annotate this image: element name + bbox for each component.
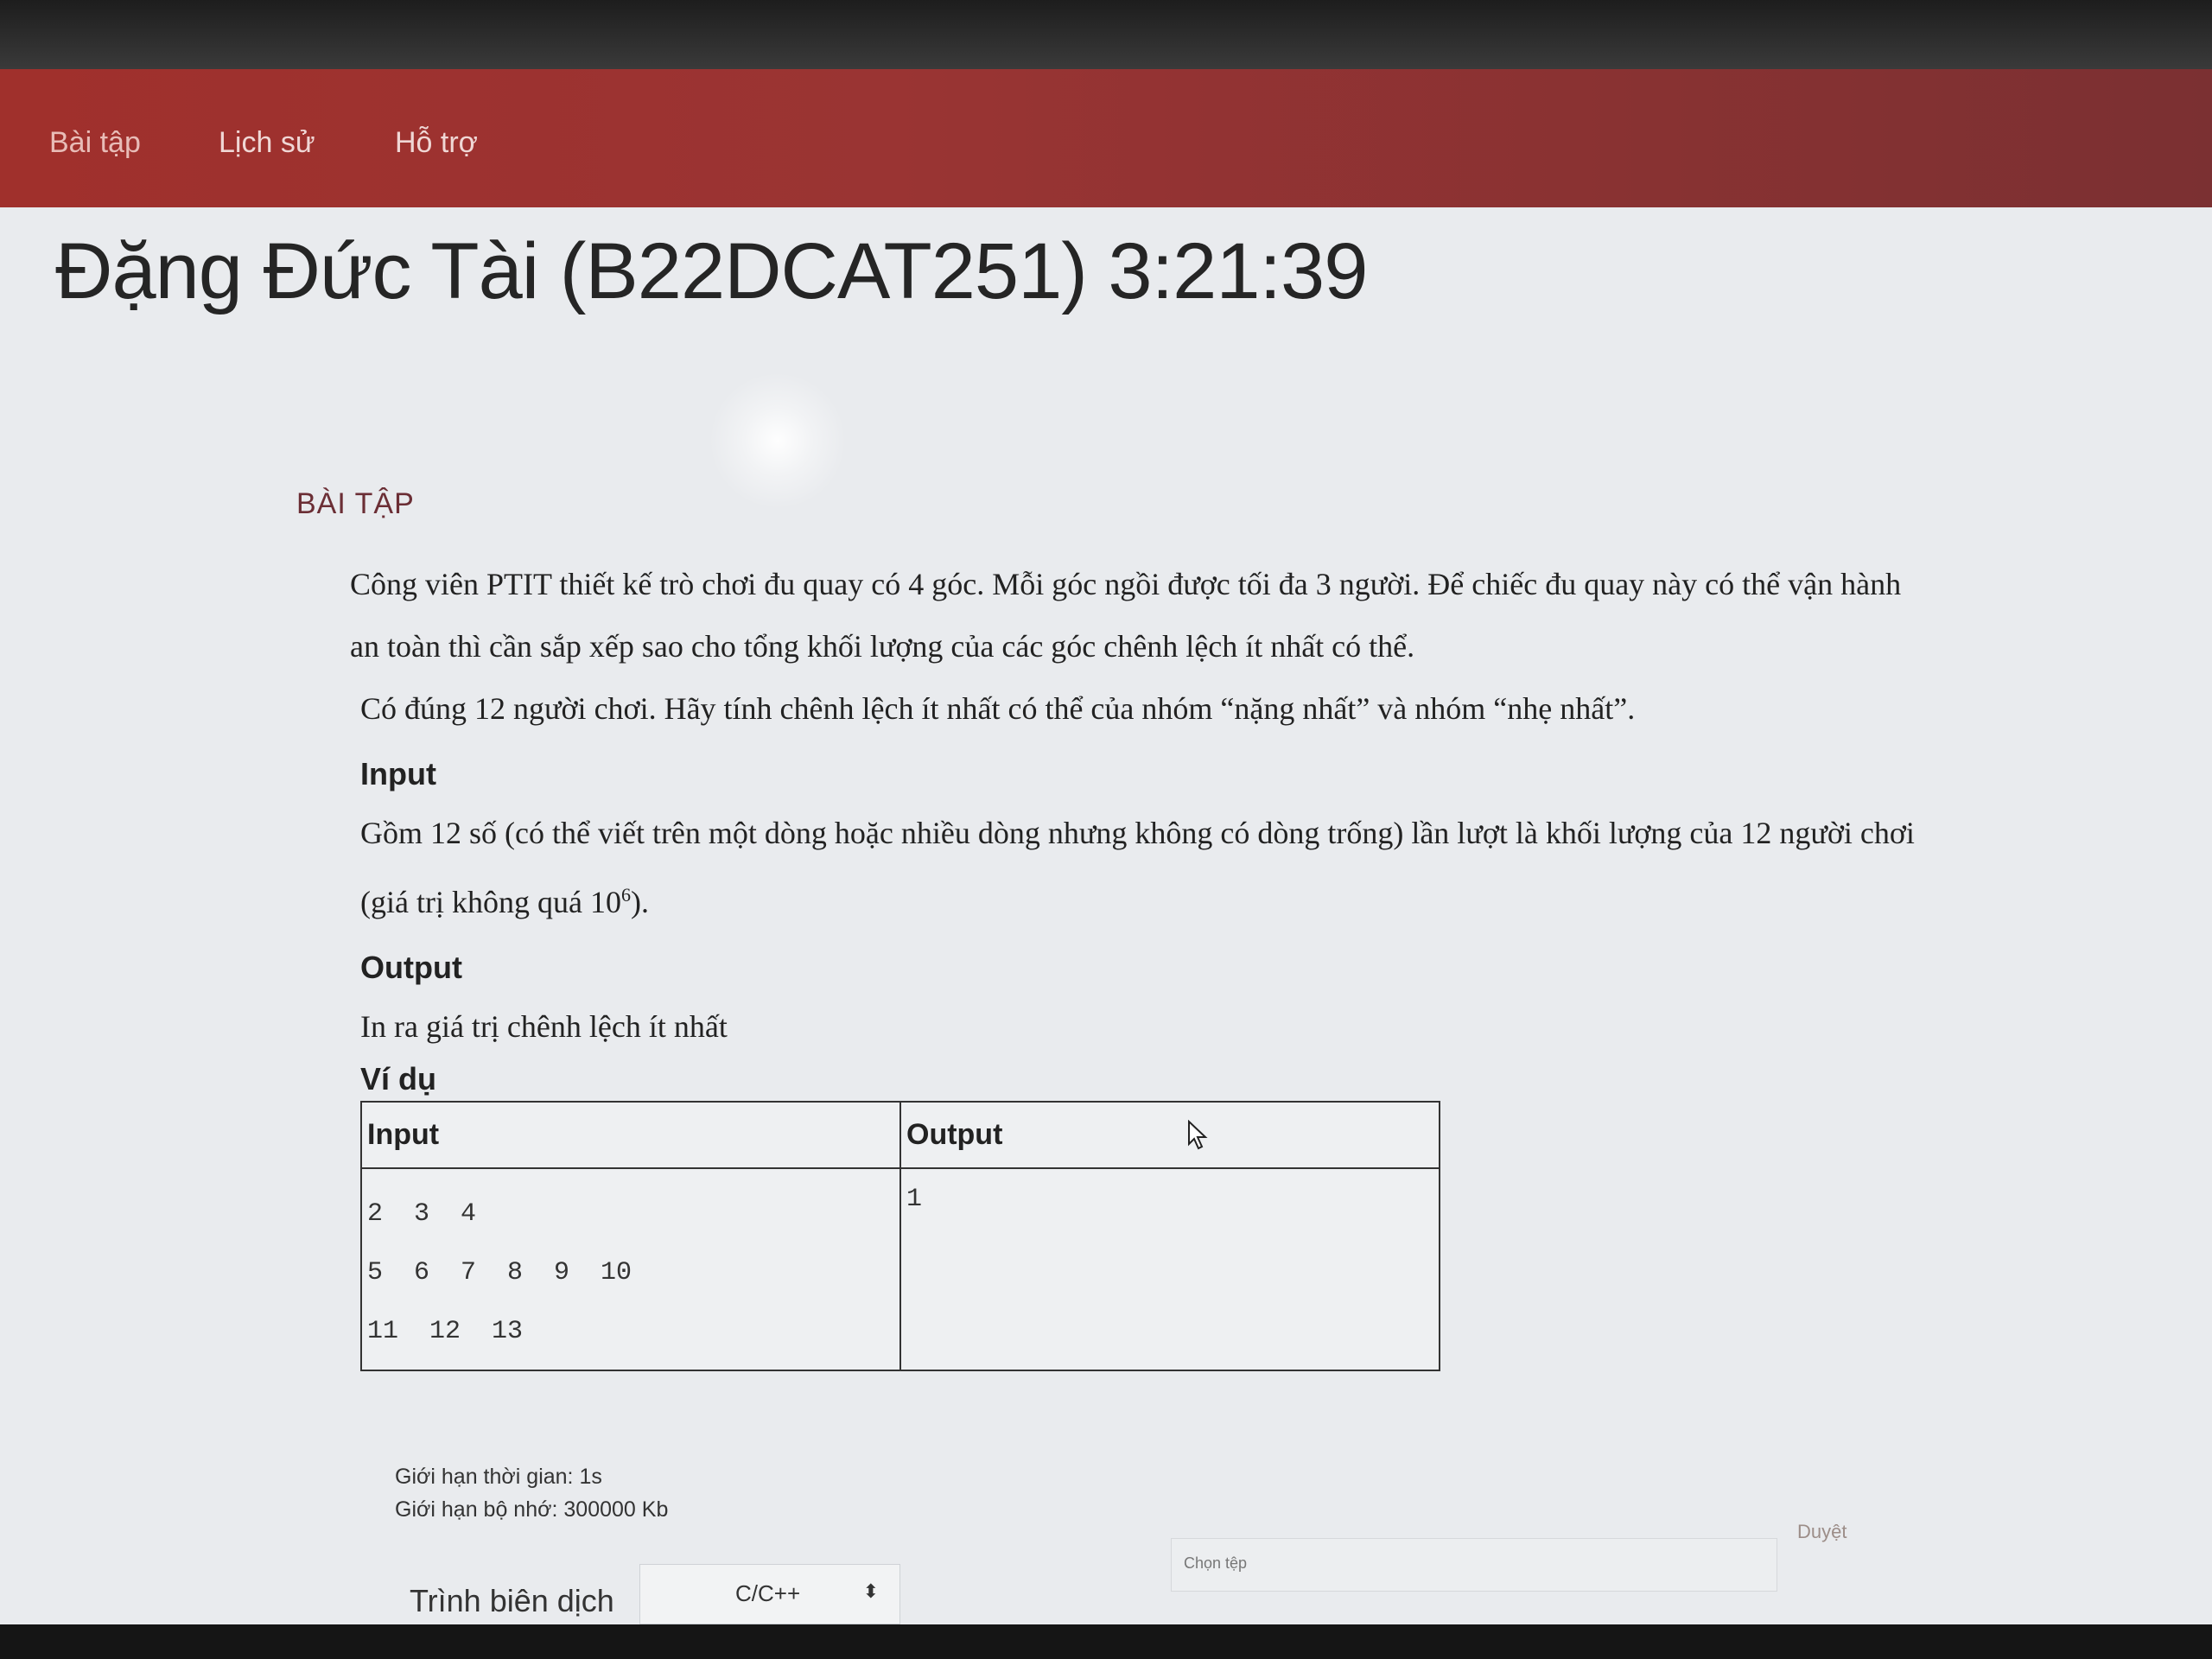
select-arrows-icon: ⬍ xyxy=(862,1580,879,1602)
compiler-label: Trình biên dịch xyxy=(410,1583,614,1618)
output-heading: Output xyxy=(360,950,462,985)
limits: Giới hạn thời gian: 1s Giới hạn bộ nhớ: … xyxy=(395,1460,668,1526)
example-header-row: Input Output xyxy=(360,1101,1440,1169)
screen-glare xyxy=(709,372,847,510)
example-wrapper: Input Output 2 3 4 5 6 7 8 9 10 11 12 13… xyxy=(350,1101,1923,1371)
top-navbar: Bài tập Lịch sử Hỗ trợ xyxy=(0,69,2212,207)
problem-paragraph-1: Công viên PTIT thiết kế trò chơi đu quay… xyxy=(350,567,1902,664)
section-label: BÀI TẬP xyxy=(296,487,415,520)
example-input-line: 5 6 7 8 9 10 xyxy=(367,1258,632,1287)
example-input-line: 2 3 4 xyxy=(367,1199,477,1229)
file-input-placeholder: Chọn tệp xyxy=(1184,1554,1248,1572)
example-header-output: Output xyxy=(899,1101,1440,1169)
example-data-row: 2 3 4 5 6 7 8 9 10 11 12 13 1 xyxy=(360,1167,1440,1371)
compiler-select[interactable]: C/C++ ⬍ xyxy=(639,1564,900,1624)
page-title: Đặng Đức Tài (B22DCAT251) 3:21:39 xyxy=(55,227,1368,315)
input-heading: Input xyxy=(360,756,436,791)
mouse-pointer-icon xyxy=(1188,1120,1208,1150)
problem-statement: Công viên PTIT thiết kế trò chơi đu quay… xyxy=(350,553,1923,1371)
memory-limit: Giới hạn bộ nhớ: 300000 Kb xyxy=(395,1497,669,1522)
input-description-end: ). xyxy=(630,885,649,919)
browse-button[interactable]: Duyệt xyxy=(1797,1521,1847,1543)
input-description: Gồm 12 số (có thể viết trên một dòng hoặ… xyxy=(350,802,1923,933)
example-output-cell: 1 xyxy=(899,1167,1440,1371)
input-description-text: Gồm 12 số (có thể viết trên một dòng hoặ… xyxy=(360,816,1915,919)
example-heading: Ví dụ xyxy=(360,1061,436,1096)
compiler-select-value: C/C++ xyxy=(735,1580,801,1606)
browser-viewport: Bài tập Lịch sử Hỗ trợ Đặng Đức Tài (B22… xyxy=(0,69,2212,1659)
nav-item-bai-tap[interactable]: Bài tập xyxy=(49,126,141,160)
example-input-line: 11 12 13 xyxy=(367,1317,524,1346)
example-table: Input Output 2 3 4 5 6 7 8 9 10 11 12 13… xyxy=(360,1101,1440,1371)
monitor-bezel xyxy=(0,0,2212,69)
output-description: In ra giá trị chênh lệch ít nhất xyxy=(360,1009,728,1044)
example-input-cell: 2 3 4 5 6 7 8 9 10 11 12 13 xyxy=(360,1167,901,1371)
monitor-bezel-bottom xyxy=(0,1624,2212,1659)
nav-item-ho-tro[interactable]: Hỗ trợ xyxy=(395,126,478,160)
input-description-exponent: 6 xyxy=(620,884,631,906)
time-limit: Giới hạn thời gian: 1s xyxy=(395,1465,602,1489)
nav-item-lich-su[interactable]: Lịch sử xyxy=(219,126,315,160)
problem-paragraph-2: Có đúng 12 người chơi. Hãy tính chênh lệ… xyxy=(360,691,1636,726)
file-input[interactable]: Chọn tệp xyxy=(1171,1538,1777,1592)
example-header-input: Input xyxy=(360,1101,901,1169)
